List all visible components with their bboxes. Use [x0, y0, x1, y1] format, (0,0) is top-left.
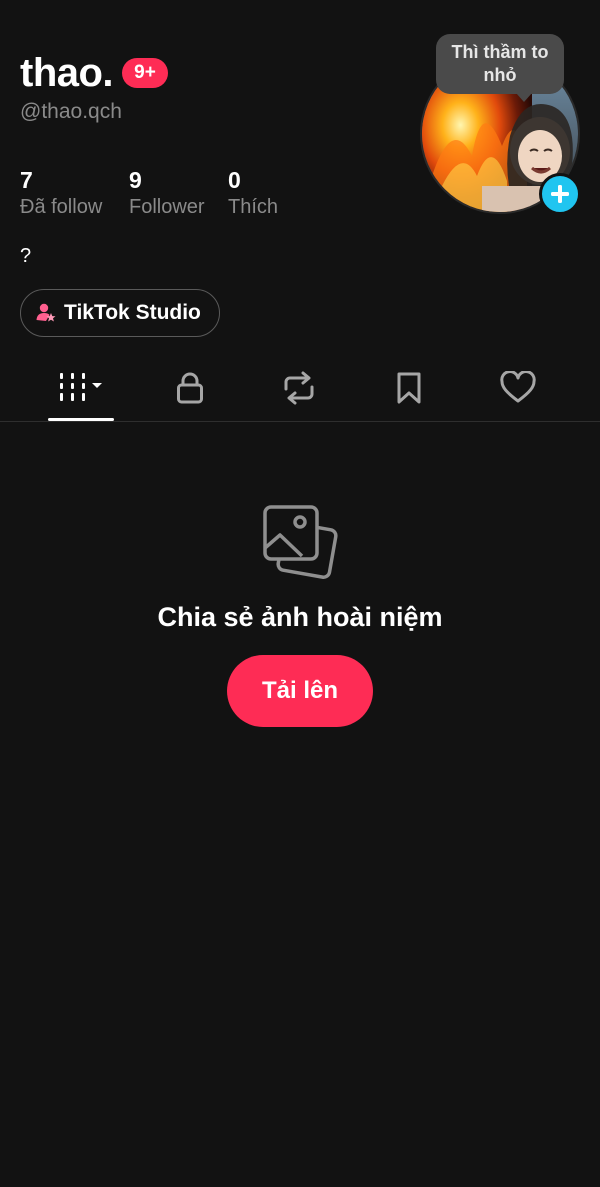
bookmark-icon	[397, 372, 421, 404]
stat-label: Thích	[228, 196, 279, 218]
studio-person-star-icon	[36, 303, 56, 322]
chevron-down-icon	[92, 383, 102, 388]
stat-label: Đã follow	[20, 196, 103, 218]
lock-icon	[177, 372, 203, 404]
empty-state-title: Chia sẻ ảnh hoài niệm	[157, 602, 443, 632]
bubble-tail	[516, 93, 532, 102]
avatar-note-bubble[interactable]: Thì thầm to nhỏ	[436, 34, 564, 94]
tab-liked[interactable]	[488, 356, 548, 420]
photos-icon	[262, 504, 338, 585]
grid-icon	[60, 373, 102, 401]
profile-tabs	[0, 356, 600, 422]
stat-likes[interactable]: 0 Thích	[228, 166, 278, 220]
active-tab-indicator	[48, 418, 114, 421]
bio-text: ?	[20, 245, 32, 267]
notification-badge[interactable]: 9+	[122, 58, 168, 88]
tab-reposts[interactable]	[268, 356, 330, 420]
username: @thao.qch	[20, 100, 122, 123]
heart-icon	[500, 371, 536, 403]
tab-saved[interactable]	[380, 356, 438, 420]
repost-icon	[284, 371, 314, 405]
stat-value: 9	[129, 167, 142, 193]
stat-followers[interactable]: 9 Follower	[129, 166, 205, 220]
stat-label: Follower	[129, 196, 205, 218]
stat-value: 0	[228, 167, 241, 193]
stat-following[interactable]: 7 Đã follow	[20, 166, 102, 220]
add-avatar-button[interactable]	[539, 173, 581, 215]
display-name: thao.	[20, 51, 114, 95]
tab-private[interactable]	[160, 356, 220, 420]
plus-icon	[551, 185, 569, 203]
tiktok-studio-button[interactable]: TikTok Studio	[20, 289, 220, 337]
upload-button[interactable]: Tải lên	[227, 655, 373, 727]
tiktok-studio-label: TikTok Studio	[64, 301, 201, 324]
tab-videos[interactable]	[48, 356, 114, 420]
stat-value: 7	[20, 167, 33, 193]
